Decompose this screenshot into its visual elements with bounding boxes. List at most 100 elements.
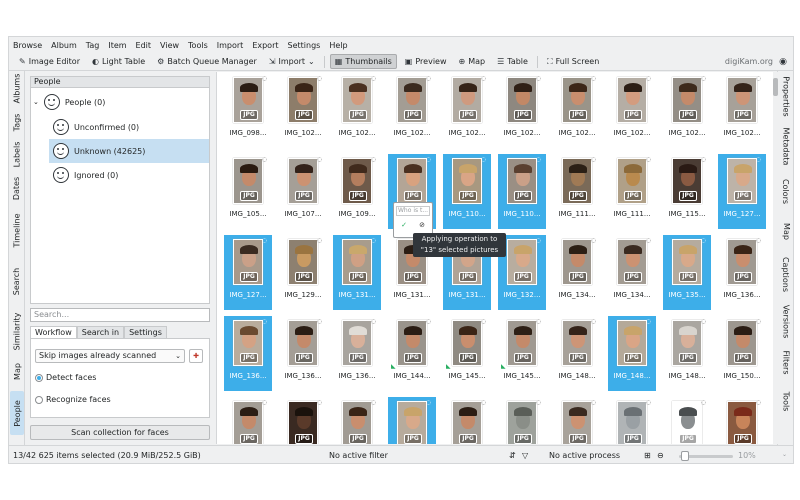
- sidebar-tab-similarity[interactable]: Similarity: [10, 311, 24, 351]
- thumbnail-item[interactable]: JPG ◌ ◣ IMG_145...: [498, 316, 546, 391]
- menu-item-help[interactable]: Help: [329, 41, 347, 50]
- scan-mode-select[interactable]: Skip images already scanned ⌄: [35, 349, 185, 363]
- thumbnail-item[interactable]: JPG ◌ ◣ IMG_145...: [443, 316, 491, 391]
- right-tab-captions[interactable]: Captions: [779, 251, 793, 297]
- import-button[interactable]: ⇲ Import ⌄: [265, 54, 319, 69]
- menu-item-edit[interactable]: Edit: [136, 41, 152, 50]
- menu-item-tag[interactable]: Tag: [86, 41, 100, 50]
- face-scan-options-button[interactable]: ✚: [189, 349, 203, 363]
- thumbnail-item[interactable]: JPG ◌: [388, 397, 436, 444]
- right-tab-colors[interactable]: Colors: [779, 171, 793, 211]
- map-button[interactable]: ⊕ Map: [455, 54, 490, 69]
- thumbnail-item[interactable]: JPG ◌ IMG_102...: [608, 73, 656, 148]
- thumbnail-item[interactable]: JPG ◌ IMG_127...: [224, 235, 272, 310]
- thumbnail-item[interactable]: JPG ◌ IMG_102...: [663, 73, 711, 148]
- thumbnail-item[interactable]: JPG ◌ IMG_111...: [553, 154, 601, 229]
- thumbnail-item[interactable]: JPG ◌: [718, 397, 766, 444]
- thumbnail-item[interactable]: JPG ◌ IMG_098...: [224, 73, 272, 148]
- full-screen-button[interactable]: ⛶ Full Screen: [543, 54, 603, 69]
- thumbnail-item[interactable]: JPG ◌ IMG_148...: [553, 316, 601, 391]
- sidebar-tab-albums[interactable]: Albums: [10, 71, 24, 105]
- thumbnail-item[interactable]: JPG ◌: [553, 397, 601, 444]
- thumbnail-item[interactable]: JPG ◌ IMG_150...: [718, 316, 766, 391]
- table-button[interactable]: ☰ Table: [493, 54, 532, 69]
- light-table-button[interactable]: ◐ Light Table: [88, 54, 149, 69]
- sidebar-tab-search[interactable]: Search: [10, 256, 24, 306]
- recognize-faces-radio[interactable]: Recognize faces: [35, 395, 111, 404]
- sidebar-tab-people[interactable]: People: [10, 391, 24, 435]
- menu-item-settings[interactable]: Settings: [288, 41, 321, 50]
- right-tab-tools[interactable]: Tools: [779, 381, 793, 421]
- detect-faces-radio[interactable]: Detect faces: [35, 373, 96, 382]
- thumbnail-item[interactable]: JPG ◌ IMG_136...: [224, 316, 272, 391]
- right-tab-metadata[interactable]: Metadata: [779, 123, 793, 169]
- thumbnail-item[interactable]: JPG ◌ IMG_109...: [333, 154, 381, 229]
- confirm-icon[interactable]: ✓: [397, 221, 411, 231]
- thumbnail-item[interactable]: JPG ◌: [333, 397, 381, 444]
- thumbnail-item[interactable]: JPG ◌ IMG_127...: [718, 154, 766, 229]
- thumbnail-item[interactable]: JPG ◌ IMG_102...: [333, 73, 381, 148]
- right-tab-versions[interactable]: Versions: [779, 299, 793, 343]
- thumbnail-item[interactable]: JPG ◌ IMG_102...: [553, 73, 601, 148]
- thumbnail-item[interactable]: JPG ◌ IMG_136...: [333, 316, 381, 391]
- tab-settings[interactable]: Settings: [124, 326, 167, 338]
- thumbnail-item[interactable]: JPG ◌: [224, 397, 272, 444]
- thumbnail-item[interactable]: JPG ◌ IMG_110...: [443, 154, 491, 229]
- thumbnail-item[interactable]: JPG ◌ IMG_136...: [279, 316, 327, 391]
- sidebar-tab-timeline[interactable]: Timeline: [10, 207, 24, 253]
- thumbnails-button[interactable]: ▦ Thumbnails: [329, 54, 397, 69]
- tree-item-unknown[interactable]: Unknown (42625): [49, 139, 209, 163]
- reverse-icon[interactable]: ⇵: [509, 451, 516, 460]
- scan-collection-button[interactable]: Scan collection for faces: [30, 425, 210, 440]
- thumbnail-item[interactable]: JPG ◌ IMG_131...: [333, 235, 381, 310]
- thumbnail-item[interactable]: JPG ◌ IMG_148...: [663, 316, 711, 391]
- thumbnail-item[interactable]: JPG ◌ IMG_129...: [279, 235, 327, 310]
- tree-item-ignored[interactable]: Ignored (0): [53, 163, 118, 187]
- menu-item-export[interactable]: Export: [252, 41, 278, 50]
- thumbnail-item[interactable]: JPG ◌ ◣ IMG_144...: [388, 316, 436, 391]
- filter-icon[interactable]: ▽: [522, 451, 528, 460]
- thumbnail-item[interactable]: JPG ◌ IMG_102...: [388, 73, 436, 148]
- preview-button[interactable]: ▣ Preview: [401, 54, 451, 69]
- image-editor-button[interactable]: ✎ Image Editor: [15, 54, 84, 69]
- thumbnail-item[interactable]: JPG ◌ IMG_111...: [608, 154, 656, 229]
- thumbnail-item[interactable]: JPG ◌: [443, 397, 491, 444]
- menu-item-browse[interactable]: Browse: [13, 41, 42, 50]
- tab-workflow[interactable]: Workflow: [30, 326, 77, 338]
- thumbnail-item[interactable]: JPG ◌ IMG_102...: [718, 73, 766, 148]
- sidebar-tab-labels[interactable]: Labels: [10, 139, 24, 169]
- grid-scrollbar[interactable]: [773, 72, 778, 444]
- zoom-level[interactable]: 10%: [738, 451, 756, 460]
- tree-item-unconfirmed[interactable]: Unconfirmed (0): [53, 115, 139, 139]
- brand-label[interactable]: digiKam.org: [725, 57, 773, 66]
- scrollbar-thumb[interactable]: [773, 78, 778, 96]
- right-tab-map[interactable]: Map: [779, 214, 793, 249]
- menu-item-album[interactable]: Album: [51, 41, 77, 50]
- remove-face-icon[interactable]: ⊘: [415, 221, 429, 231]
- thumbnail-item[interactable]: JPG ◌ IMG_102...: [279, 73, 327, 148]
- tab-search-in[interactable]: Search in: [76, 326, 125, 338]
- thumbnail-item[interactable]: JPG ◌ IMG_110...: [498, 154, 546, 229]
- sidebar-tab-dates[interactable]: Dates: [10, 171, 24, 205]
- thumbnail-item[interactable]: JPG ◌ IMG_148...: [608, 316, 656, 391]
- thumbnail-item[interactable]: JPG ◌ IMG_102...: [498, 73, 546, 148]
- fit-icon[interactable]: ⊞: [644, 451, 651, 460]
- thumbnail-item[interactable]: JPG ◌ IMG_134...: [553, 235, 601, 310]
- menu-item-item[interactable]: Item: [108, 41, 126, 50]
- sidebar-tab-tags[interactable]: Tags: [10, 107, 24, 137]
- menu-item-view[interactable]: View: [160, 41, 179, 50]
- thumbnail-item[interactable]: JPG ◌ IMG_107...: [279, 154, 327, 229]
- thumbnail-item[interactable]: JPG ◌: [498, 397, 546, 444]
- sidebar-tab-map[interactable]: Map: [10, 354, 24, 389]
- zoom-slider-handle[interactable]: [681, 451, 689, 461]
- people-search-input[interactable]: Search...: [30, 308, 210, 322]
- thumbnail-item[interactable]: JPG ◌ IMG_115...: [663, 154, 711, 229]
- thumbnail-item[interactable]: JPG ◌ IMG_102...: [443, 73, 491, 148]
- zoom-out-icon[interactable]: ⊖: [657, 451, 664, 460]
- thumbnail-item[interactable]: JPG ◌ IMG_134...: [608, 235, 656, 310]
- tree-item-people[interactable]: ⌄ People (0): [33, 90, 105, 114]
- face-name-input[interactable]: Who is t...: [396, 206, 430, 216]
- thumbnail-item[interactable]: JPG ◌: [608, 397, 656, 444]
- right-tab-properties[interactable]: Properties: [779, 71, 793, 121]
- thumbnail-item[interactable]: JPG ◌ IMG_135...: [663, 235, 711, 310]
